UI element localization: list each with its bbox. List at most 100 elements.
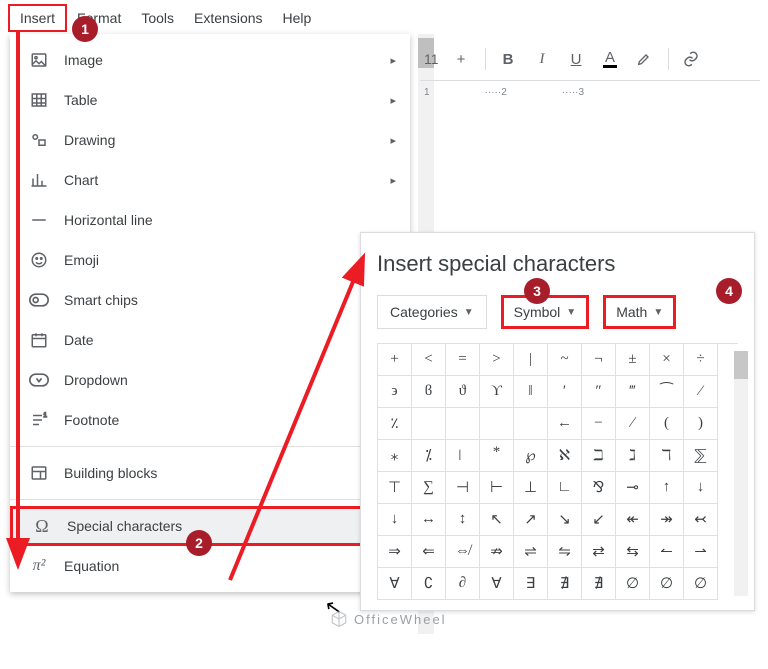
- character-cell[interactable]: ↼: [650, 536, 684, 568]
- menu-item-chart[interactable]: Chart ▸: [10, 160, 410, 200]
- menu-item-image[interactable]: Image ▸: [10, 40, 410, 80]
- menu-format[interactable]: Format: [67, 6, 131, 30]
- character-cell[interactable]: ⇀: [684, 536, 718, 568]
- character-cell[interactable]: ~: [548, 344, 582, 376]
- menu-extensions[interactable]: Extensions: [184, 6, 272, 30]
- character-cell[interactable]: ϑ: [446, 376, 480, 408]
- character-cell[interactable]: ϶: [378, 376, 412, 408]
- filter-math-select[interactable]: Math▼: [603, 295, 676, 329]
- character-cell[interactable]: ℘: [514, 440, 548, 472]
- character-cell[interactable]: ∅: [684, 568, 718, 600]
- character-cell[interactable]: ÷: [684, 344, 718, 376]
- menu-item-smart-chips[interactable]: Smart chips ▸: [10, 280, 410, 320]
- character-cell[interactable]: ⇒: [378, 536, 412, 568]
- menu-item-drawing[interactable]: Drawing ▸: [10, 120, 410, 160]
- character-cell[interactable]: −: [582, 408, 616, 440]
- menu-insert[interactable]: Insert: [8, 4, 67, 32]
- character-cell[interactable]: ↑: [650, 472, 684, 504]
- character-cell[interactable]: ∃: [514, 568, 548, 600]
- panel-scrollbar-thumb[interactable]: [734, 351, 748, 379]
- font-size-value[interactable]: 11: [420, 51, 443, 67]
- character-cell[interactable]: ⇋: [548, 536, 582, 568]
- character-cell[interactable]: ٪: [378, 408, 412, 440]
- menu-item-table[interactable]: Table ▸: [10, 80, 410, 120]
- character-cell[interactable]: ′: [548, 376, 582, 408]
- character-cell[interactable]: ⇄: [582, 536, 616, 568]
- menu-item-date[interactable]: Date: [10, 320, 410, 360]
- font-size-increase-button[interactable]: +: [447, 44, 477, 74]
- character-cell[interactable]: ℵ: [548, 440, 582, 472]
- character-cell[interactable]: =: [446, 344, 480, 376]
- character-cell[interactable]: +: [378, 344, 412, 376]
- character-cell[interactable]: ×: [650, 344, 684, 376]
- character-cell[interactable]: ⁎: [378, 440, 412, 472]
- character-cell[interactable]: ⇆: [616, 536, 650, 568]
- filter-symbol-select[interactable]: Symbol▼: [501, 295, 590, 329]
- character-cell[interactable]: ∄: [582, 568, 616, 600]
- italic-button[interactable]: I: [528, 44, 558, 74]
- character-cell[interactable]: ∁: [412, 568, 446, 600]
- highlight-color-button[interactable]: [630, 44, 660, 74]
- character-cell[interactable]: ∀: [378, 568, 412, 600]
- character-cell[interactable]: ⁒: [412, 440, 446, 472]
- insert-link-button[interactable]: [677, 44, 707, 74]
- character-cell[interactable]: ⊤: [378, 472, 412, 504]
- character-cell[interactable]: ⊥: [514, 472, 548, 504]
- character-cell[interactable]: ↓: [684, 472, 718, 504]
- character-cell[interactable]: ϐ: [412, 376, 446, 408]
- character-cell[interactable]: [480, 408, 514, 440]
- character-cell[interactable]: ϒ: [480, 376, 514, 408]
- character-cell[interactable]: ↕: [446, 504, 480, 536]
- menu-item-emoji[interactable]: Emoji: [10, 240, 410, 280]
- character-cell[interactable]: ∕: [616, 408, 650, 440]
- character-cell[interactable]: ∀: [480, 568, 514, 600]
- character-cell[interactable]: ↢: [684, 504, 718, 536]
- character-cell[interactable]: |: [514, 344, 548, 376]
- character-cell[interactable]: ⊢: [480, 472, 514, 504]
- character-cell[interactable]: ⃰: [480, 440, 514, 472]
- character-cell[interactable]: ↞: [616, 504, 650, 536]
- character-cell[interactable]: ℸ: [650, 440, 684, 472]
- menu-item-building-blocks[interactable]: Building blocks ▸: [10, 453, 410, 493]
- panel-scrollbar[interactable]: [734, 351, 748, 596]
- character-cell[interactable]: ∄: [548, 568, 582, 600]
- character-cell[interactable]: ‖: [514, 376, 548, 408]
- character-cell[interactable]: >: [480, 344, 514, 376]
- character-cell[interactable]: ∅: [616, 568, 650, 600]
- character-cell[interactable]: ″: [582, 376, 616, 408]
- character-cell[interactable]: ℶ: [582, 440, 616, 472]
- character-cell[interactable]: ⇐: [412, 536, 446, 568]
- text-color-button[interactable]: A: [596, 44, 626, 74]
- character-cell[interactable]: ⊣: [446, 472, 480, 504]
- character-cell[interactable]: [412, 408, 446, 440]
- character-cell[interactable]: ⊸: [616, 472, 650, 504]
- character-cell[interactable]: <: [412, 344, 446, 376]
- menu-tools[interactable]: Tools: [131, 6, 184, 30]
- menu-item-footnote[interactable]: 1 Footnote Ctrl: [10, 400, 410, 440]
- character-cell[interactable]: ↔: [412, 504, 446, 536]
- menu-help[interactable]: Help: [273, 6, 322, 30]
- character-cell[interactable]: ⁄: [684, 376, 718, 408]
- character-cell[interactable]: ∅: [650, 568, 684, 600]
- bold-button[interactable]: B: [494, 44, 524, 74]
- character-cell[interactable]: ‴: [616, 376, 650, 408]
- character-cell[interactable]: ⇎: [446, 536, 480, 568]
- underline-button[interactable]: U: [562, 44, 592, 74]
- character-cell[interactable]: ¬: [582, 344, 616, 376]
- menu-item-dropdown[interactable]: Dropdown: [10, 360, 410, 400]
- character-cell[interactable]: ∑: [412, 472, 446, 504]
- character-cell[interactable]: ↓: [378, 504, 412, 536]
- character-cell[interactable]: ↙: [582, 504, 616, 536]
- character-cell[interactable]: ∟: [548, 472, 582, 504]
- character-cell[interactable]: ⅋: [582, 472, 616, 504]
- character-cell[interactable]: ⁀: [650, 376, 684, 408]
- menu-item-special-characters[interactable]: Ω Special characters: [10, 506, 410, 546]
- character-cell[interactable]: ←: [548, 408, 582, 440]
- character-cell[interactable]: ↠: [650, 504, 684, 536]
- menu-item-equation[interactable]: π² Equation: [10, 546, 410, 586]
- character-cell[interactable]: ∂: [446, 568, 480, 600]
- character-cell[interactable]: ): [684, 408, 718, 440]
- character-cell[interactable]: (: [650, 408, 684, 440]
- character-cell[interactable]: ℷ: [616, 440, 650, 472]
- character-cell[interactable]: ↗: [514, 504, 548, 536]
